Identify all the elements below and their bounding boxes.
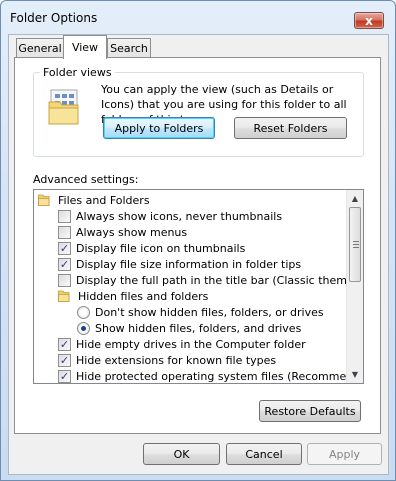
checkbox-label: Always show menus <box>76 225 188 239</box>
folder-views-label: Folder views <box>40 66 115 79</box>
window-title: Folder Options <box>10 11 98 25</box>
checkbox-checked[interactable]: ✓ <box>58 241 71 255</box>
radio-label: Don't show hidden files, folders, or dri… <box>95 305 324 319</box>
checkbox[interactable] <box>58 225 71 239</box>
checkbox-display-full-path[interactable]: Display the full path in the title bar (… <box>58 272 364 288</box>
radio-label: Show hidden files, folders, and drives <box>95 321 302 335</box>
checkbox-hide-extensions[interactable]: ✓ Hide extensions for known file types <box>58 352 276 368</box>
tree-item-label: Hidden files and folders <box>78 289 209 303</box>
checkbox-checked[interactable]: ✓ <box>58 369 71 383</box>
tab-general[interactable]: General <box>16 38 64 58</box>
vertical-scrollbar[interactable]: ▲ ▼ <box>346 190 363 383</box>
apply-to-folders-button[interactable]: Apply to Folders <box>103 117 215 139</box>
checkbox-checked[interactable]: ✓ <box>58 353 71 367</box>
checkbox-always-show-icons[interactable]: Always show icons, never thumbnails <box>58 208 282 224</box>
restore-defaults-button[interactable]: Restore Defaults <box>259 400 361 422</box>
tree-folder-files-and-folders[interactable]: Files and Folders <box>38 192 150 208</box>
checkbox-label: Always show icons, never thumbnails <box>76 209 283 223</box>
checkbox-label: Hide empty drives in the Computer folder <box>76 337 306 351</box>
tree-folder-hidden-files[interactable]: Hidden files and folders <box>58 288 208 304</box>
apply-button[interactable]: Apply <box>307 443 382 465</box>
advanced-settings-tree[interactable]: Files and Folders Always show icons, nev… <box>33 189 364 384</box>
radio-show-hidden[interactable]: Show hidden files, folders, and drives <box>77 320 301 336</box>
checkbox-always-show-menus[interactable]: Always show menus <box>58 224 187 240</box>
checkbox-hide-empty-drives[interactable]: ✓ Hide empty drives in the Computer fold… <box>58 336 306 352</box>
ok-button[interactable]: OK <box>143 443 220 465</box>
checkbox-display-file-size[interactable]: ✓ Display file size information in folde… <box>58 256 301 272</box>
radio-button[interactable] <box>77 305 90 319</box>
radio-button-selected[interactable] <box>77 321 90 335</box>
checkbox-label: Hide extensions for known file types <box>76 353 277 367</box>
checkbox-checked[interactable]: ✓ <box>58 337 71 351</box>
checkbox-display-file-icon[interactable]: ✓ Display file icon on thumbnails <box>58 240 245 256</box>
scroll-down-icon[interactable]: ▼ <box>347 366 363 383</box>
tree-item-label: Files and Folders <box>58 193 150 207</box>
tab-search[interactable]: Search <box>107 38 151 58</box>
checkbox[interactable] <box>58 209 71 223</box>
checkbox-label: Display file icon on thumbnails <box>76 241 246 255</box>
tab-view[interactable]: View <box>63 35 107 59</box>
radio-dont-show-hidden[interactable]: Don't show hidden files, folders, or dri… <box>77 304 324 320</box>
checkbox-label: Display the full path in the title bar (… <box>76 273 364 287</box>
cancel-button[interactable]: Cancel <box>226 443 302 465</box>
checkbox-label: Hide protected operating system files (R… <box>76 369 364 383</box>
checkbox-label: Display file size information in folder … <box>76 257 302 271</box>
folder-views-icon <box>48 89 79 125</box>
checkbox-checked[interactable]: ✓ <box>58 257 71 271</box>
checkbox[interactable] <box>58 273 71 287</box>
close-icon: x <box>365 13 373 28</box>
scroll-thumb[interactable] <box>349 207 361 282</box>
folder-icon <box>38 194 50 206</box>
checkbox-hide-protected-files[interactable]: ✓ Hide protected operating system files … <box>58 368 364 383</box>
reset-folders-button[interactable]: Reset Folders <box>234 117 347 139</box>
scroll-up-icon[interactable]: ▲ <box>347 190 363 207</box>
advanced-settings-label: Advanced settings: <box>33 173 139 186</box>
folder-icon <box>58 290 70 302</box>
close-button[interactable]: x <box>354 12 384 29</box>
